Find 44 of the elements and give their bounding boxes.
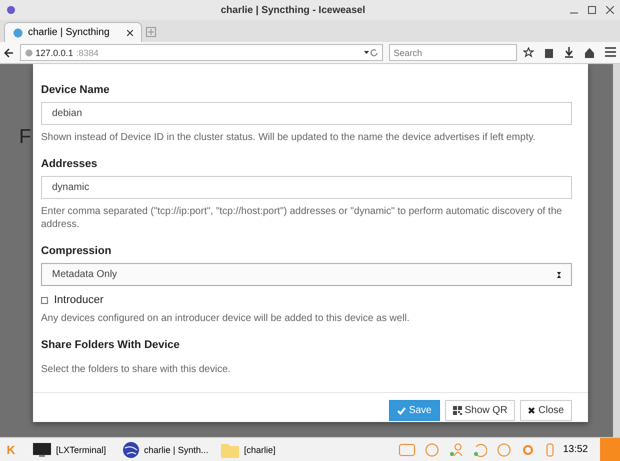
section-heading: Share Folders With Device [41, 339, 181, 351]
close-icon [528, 407, 536, 414]
select-dropdown[interactable]: Metadata Only [41, 263, 572, 286]
select-arrows-icon [557, 270, 561, 278]
checkbox[interactable] [41, 296, 48, 304]
address-bar[interactable]: 127.0.0.1 :8384 [20, 44, 383, 61]
monitor-icon [32, 442, 52, 458]
menu-icon[interactable] [605, 47, 616, 57]
back-arrow-icon[interactable] [4, 48, 14, 58]
globe-icon [122, 440, 140, 458]
help-text: Any devices configured on an introducer device will be added to this device as well. [41, 312, 411, 325]
maximize-icon[interactable] [588, 6, 596, 14]
field-label: Device Name [41, 84, 110, 96]
check-icon [396, 406, 406, 414]
home-icon[interactable] [584, 47, 595, 58]
text-field[interactable]: debian [41, 102, 572, 125]
window-icon[interactable] [398, 444, 415, 456]
taskbar-item[interactable]: [LXTerminal] [32, 442, 112, 458]
user-icon[interactable] [448, 442, 463, 456]
field-label: Addresses [41, 158, 98, 170]
help-text: Select the folders to share with this device. [41, 363, 232, 376]
star-icon[interactable] [523, 47, 534, 58]
download-icon[interactable] [564, 47, 574, 58]
refresh-icon[interactable] [472, 442, 487, 456]
close-button[interactable]: Close [520, 400, 572, 421]
close-icon[interactable] [606, 6, 614, 14]
help-text: Shown instead of Device ID in the cluster status. Will be updated to the name the device advertises if left empty. [41, 131, 537, 144]
browser-tab[interactable]: charlie | Syncthing [4, 22, 142, 42]
scrollbar[interactable] [613, 64, 620, 437]
window-title: charlie | Syncthing - Iceweasel [220, 4, 366, 16]
checkbox-label: Introducer [54, 294, 104, 306]
search-field[interactable]: Search [388, 44, 517, 61]
field-label: Compression [41, 245, 112, 257]
text-field[interactable]: dynamic [41, 176, 572, 199]
page-heading: F [19, 126, 32, 149]
clock: 13:52 [562, 444, 588, 455]
help-text: Enter comma separated ("tcp://ip:port", "tcp://host:port") addresses or "dynamic" to perform automatic discovery of the address. [41, 205, 563, 231]
taskbar-item[interactable]: charlie | Synth... [122, 440, 210, 458]
qr-code-icon [452, 406, 462, 415]
favicon-icon [13, 28, 23, 38]
show-qr-button[interactable]: Show QR [444, 400, 516, 421]
close-icon[interactable] [127, 30, 133, 36]
taskbar-item[interactable]: [charlie] [220, 440, 300, 458]
app-icon [6, 5, 16, 15]
